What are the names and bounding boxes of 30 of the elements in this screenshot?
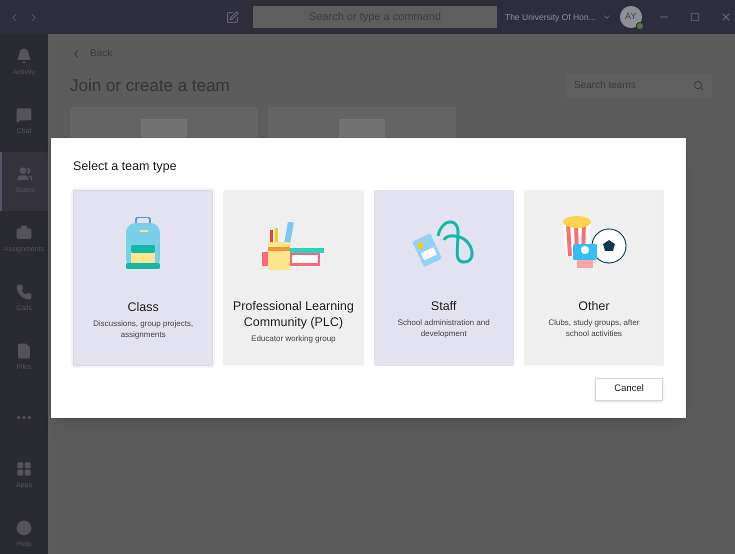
team-type-name: Professional Learning Community (PLC) [232, 298, 355, 330]
more-icon [17, 416, 31, 419]
close-icon[interactable] [720, 11, 732, 23]
search-icon [693, 80, 704, 92]
organization-name[interactable]: The University Of Hon... [505, 10, 596, 24]
team-type-card[interactable]: Staff School administration and development [374, 190, 514, 366]
cancel-button[interactable]: Cancel [595, 378, 663, 401]
people-icon [17, 166, 33, 182]
team-type-name: Staff [430, 298, 456, 314]
avatar[interactable]: AY [620, 6, 642, 28]
team-type-card[interactable]: Class Discussions, group projects, assignments [73, 190, 214, 366]
team-type-description: Discussions, group projects, assignments [92, 318, 194, 340]
phone-icon [16, 284, 32, 300]
team-type-description: Educator working group [251, 332, 336, 344]
bell-icon [16, 48, 32, 64]
chat-icon [16, 107, 32, 124]
grid-icon [16, 461, 32, 478]
pencil-cup-and-books-icon [262, 222, 324, 270]
team-type-name: Other [578, 298, 610, 314]
team-type-name: Class [128, 298, 159, 315]
file-icon [16, 343, 32, 360]
dialog-title: Select a team type [73, 158, 178, 175]
popcorn-camera-ball-icon [560, 216, 627, 270]
compose-icon[interactable] [226, 10, 239, 24]
team-type-description: Clubs, study groups, after school activities [547, 316, 640, 339]
team-type-description: School administration and development [396, 316, 491, 339]
team-type-card[interactable]: Other Clubs, study groups, after school activities [524, 190, 664, 366]
maximize-icon[interactable] [690, 12, 700, 22]
team-type-card[interactable]: Professional Learning Community (PLC) Educator working group [223, 190, 364, 366]
bag-icon [16, 225, 32, 242]
